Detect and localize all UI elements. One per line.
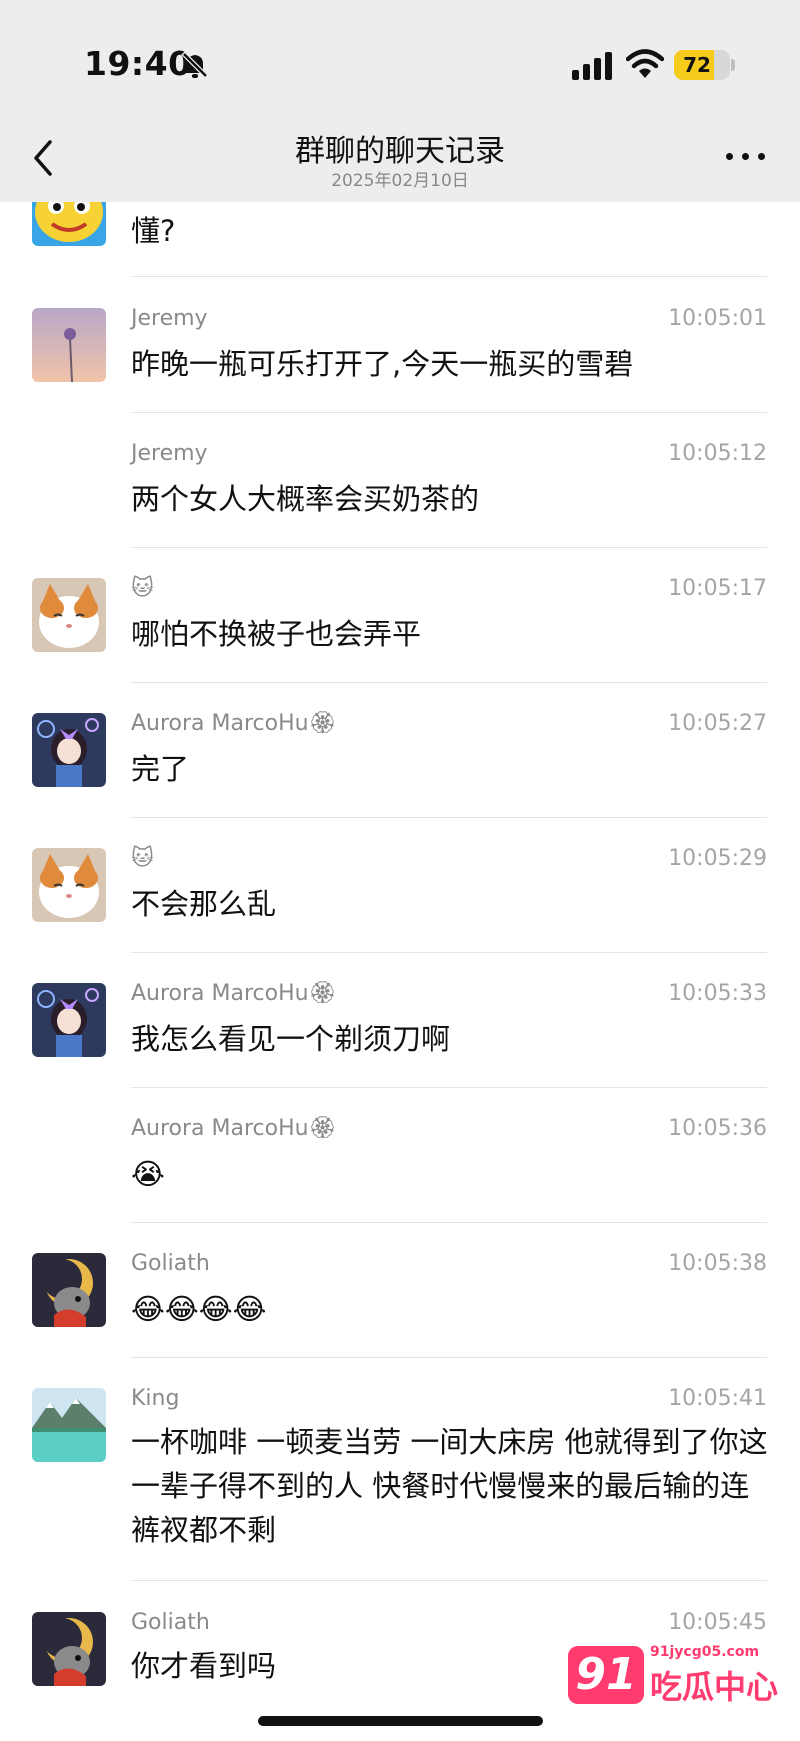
cat-avatar-icon: [32, 848, 106, 922]
avatar[interactable]: [32, 578, 106, 652]
anime-girl-avatar-icon: [32, 983, 106, 1057]
battery-cap: [731, 59, 735, 71]
avatar[interactable]: [32, 1388, 106, 1462]
wifi-icon: [626, 49, 664, 78]
message-list[interactable]: 懂? Jeremy 10:05:01 昨晚一瓶可乐打开了,今天一瓶买的雪碧 Je…: [0, 0, 800, 1741]
sender-name: Goliath: [131, 1610, 210, 1635]
sender-name: Aurora MarcoHu🏵: [131, 981, 337, 1006]
divider: [131, 1222, 767, 1223]
message-text: 😭: [131, 1157, 165, 1191]
divider: [131, 817, 767, 818]
sender-name: 🐱: [131, 576, 154, 601]
message-time: 10:05:45: [668, 1610, 767, 1635]
status-time: 19:40: [84, 44, 192, 83]
watermark-logo: 91 91jycg05.com 吃瓜中心: [568, 1640, 788, 1708]
avatar[interactable]: [32, 1612, 106, 1686]
message-text: 两个女人大概率会买奶茶的: [131, 482, 480, 516]
message-time: 10:05:36: [668, 1116, 767, 1141]
watermark-domain: 91jycg05.com: [650, 1644, 760, 1660]
avatar[interactable]: [32, 713, 106, 787]
sender-name: 🐱: [131, 846, 154, 871]
signal-icon: [572, 52, 612, 80]
divider: [131, 412, 767, 413]
watermark-badge: 91: [568, 1646, 644, 1704]
message-time: 10:05:12: [668, 441, 767, 466]
top-bar: 19:40 72 群聊的聊天记录 2025年02月10日: [0, 0, 800, 202]
message-time: 10:05:17: [668, 576, 767, 601]
avatar[interactable]: [32, 308, 106, 382]
avatar[interactable]: [32, 848, 106, 922]
message-text: 不会那么乱: [131, 887, 277, 921]
home-indicator: [258, 1716, 543, 1726]
message-time: 10:05:38: [668, 1251, 767, 1276]
dog-moon-avatar-icon: [32, 1612, 106, 1686]
cat-avatar-icon: [32, 578, 106, 652]
watermark-text: 吃瓜中心: [650, 1668, 779, 1706]
divider: [131, 1580, 767, 1581]
sender-name: Aurora MarcoHu🏵: [131, 1116, 337, 1141]
message-time: 10:05:29: [668, 846, 767, 871]
more-icon[interactable]: [724, 150, 768, 164]
sender-name: Jeremy: [131, 441, 208, 466]
divider: [131, 547, 767, 548]
message-time: 10:05:41: [668, 1386, 767, 1411]
message-text: 😂😂😂😂: [131, 1292, 267, 1326]
divider: [131, 276, 767, 277]
sender-name: Jeremy: [131, 306, 208, 331]
mountain-lake-avatar-icon: [32, 1388, 106, 1462]
message-text: 昨晚一瓶可乐打开了,今天一瓶买的雪碧: [131, 347, 634, 381]
divider: [131, 682, 767, 683]
anime-girl-avatar-icon: [32, 713, 106, 787]
message-text: 一杯咖啡 一顿麦当劳 一间大床房 他就得到了你这一辈子得不到的人 快餐时代慢慢来…: [131, 1425, 768, 1547]
battery-icon: 72: [674, 50, 730, 80]
message-text: 懂?: [131, 214, 176, 248]
avatar[interactable]: [32, 983, 106, 1057]
battery-level: 72: [683, 53, 711, 77]
page-title: 群聊的聊天记录: [295, 134, 505, 169]
message-time: 10:05:33: [668, 981, 767, 1006]
flower-sunset-avatar-icon: [32, 308, 106, 382]
message-text: 哪怕不换被子也会弄平: [131, 617, 422, 651]
message-time: 10:05:01: [668, 306, 767, 331]
page-subtitle: 2025年02月10日: [331, 171, 469, 191]
message-text: 完了: [131, 752, 190, 786]
bell-off-icon: [181, 51, 209, 79]
message-text: 我怎么看见一个剃须刀啊: [131, 1022, 451, 1056]
dog-moon-avatar-icon: [32, 1253, 106, 1327]
divider: [131, 1087, 767, 1088]
sender-name: Goliath: [131, 1251, 210, 1276]
sender-name: Aurora MarcoHu🏵: [131, 711, 337, 736]
divider: [131, 952, 767, 953]
divider: [131, 1357, 767, 1358]
sender-name: King: [131, 1386, 180, 1411]
message-time: 10:05:27: [668, 711, 767, 736]
avatar[interactable]: [32, 1253, 106, 1327]
